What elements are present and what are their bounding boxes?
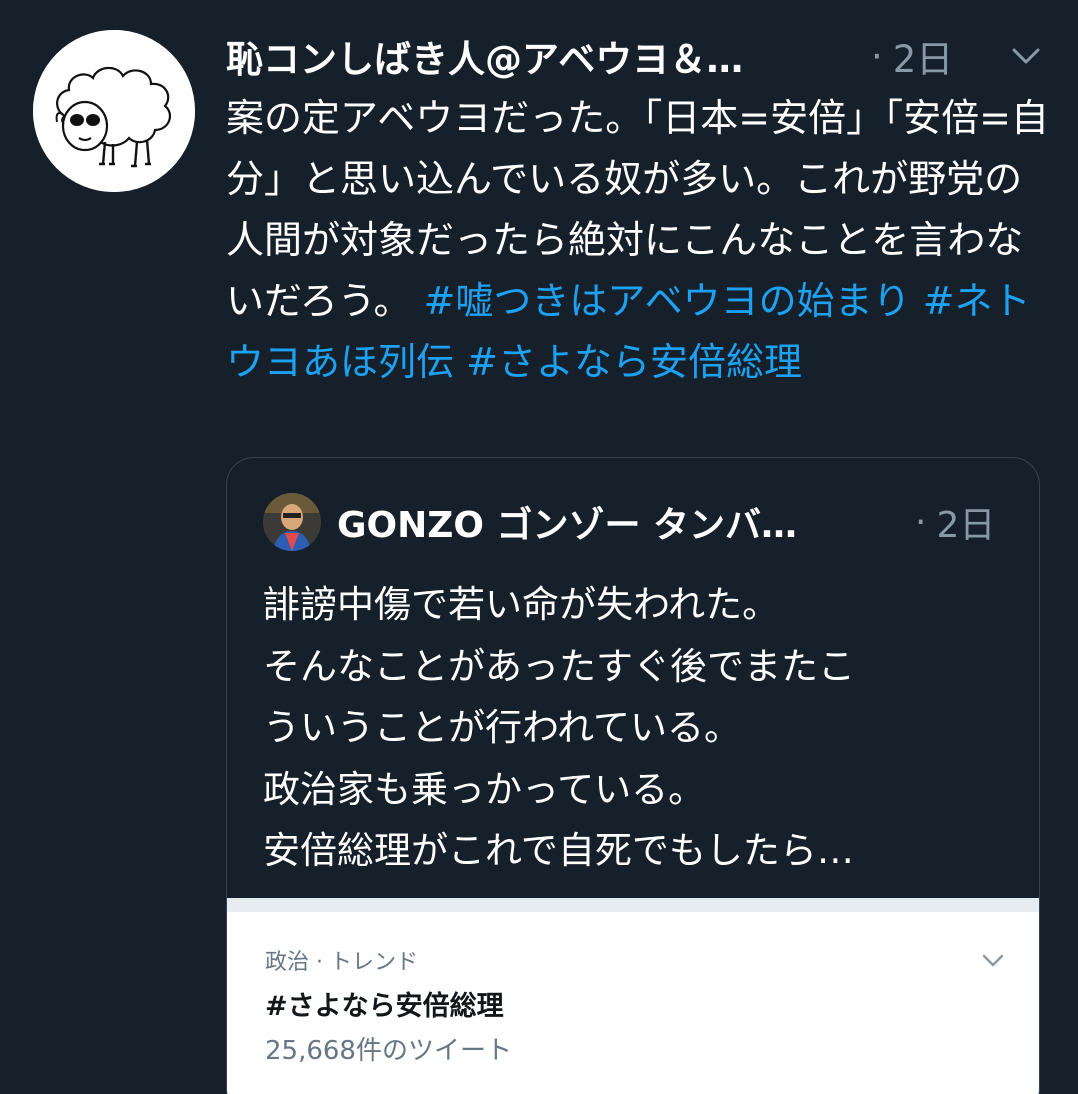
- hashtag-link[interactable]: #さよなら安倍総理: [466, 340, 802, 384]
- separator-dot: ·: [915, 501, 927, 543]
- tweet-time[interactable]: 2日: [893, 29, 954, 83]
- trend-name[interactable]: #さよなら安倍総理: [265, 984, 504, 1023]
- quoted-tweet-time[interactable]: 2日: [936, 496, 995, 548]
- quoted-author-avatar[interactable]: [263, 493, 321, 551]
- sheep-drawing-icon: [33, 30, 195, 192]
- quoted-tweet-card[interactable]: GONZO ゴンゾー タンバ… · 2日 誹謗中傷で若い命が失われた。 そんなこ…: [226, 457, 1040, 1094]
- author-name[interactable]: 恥コンしばき人@アベウヨ＆…: [226, 29, 743, 83]
- quoted-tweet-text: 誹謗中傷で若い命が失われた。 そんなことがあったすぐ後でまたこ ういうことが行わ…: [263, 574, 1023, 882]
- quoted-tweet-header: GONZO ゴンゾー タンバ… · 2日: [263, 492, 1023, 552]
- chevron-down-icon[interactable]: [1006, 36, 1046, 76]
- trend-tweet-count: 25,668件のツイート: [265, 1036, 512, 1066]
- quoted-text-line: 安倍総理がこれで自死でもしたら…: [263, 829, 854, 872]
- tweet-text: 案の定アベウヨだった。「日本=安倍」「安倍=自分」と思い込んでいる奴が多い。これ…: [226, 88, 1056, 393]
- separator-dot: ·: [871, 34, 883, 78]
- quoted-tweet-timestamp[interactable]: · 2日: [915, 492, 995, 552]
- quoted-text-line: そんなことがあったすぐ後でまたこ: [263, 644, 855, 688]
- tweet-timestamp[interactable]: · 2日: [871, 28, 953, 84]
- tweet[interactable]: 恥コンしばき人@アベウヨ＆… · 2日 案の定アベウヨだった。「日本=安倍」「安…: [0, 0, 1078, 1094]
- chevron-down-icon[interactable]: [979, 946, 1007, 974]
- hashtag-link[interactable]: #嘘つきはアベウヨの始まり: [424, 279, 911, 323]
- trend-category: 政治 · トレンド: [265, 950, 418, 975]
- quoted-text-line: 政治家も乗っかっている。: [263, 767, 706, 811]
- profile-photo-icon: [263, 493, 321, 551]
- trend-card[interactable]: 政治 · トレンド #さよなら安倍総理 25,668件のツイート: [227, 898, 1039, 1094]
- quoted-text-line: ういうことが行われている。: [263, 706, 742, 749]
- author-avatar[interactable]: [33, 30, 195, 192]
- quoted-author-name[interactable]: GONZO ゴンゾー タンバ…: [337, 496, 797, 548]
- quoted-text-line: 誹謗中傷で若い命が失われた。: [263, 583, 780, 626]
- tweet-header: 恥コンしばき人@アベウヨ＆… · 2日: [226, 28, 1056, 84]
